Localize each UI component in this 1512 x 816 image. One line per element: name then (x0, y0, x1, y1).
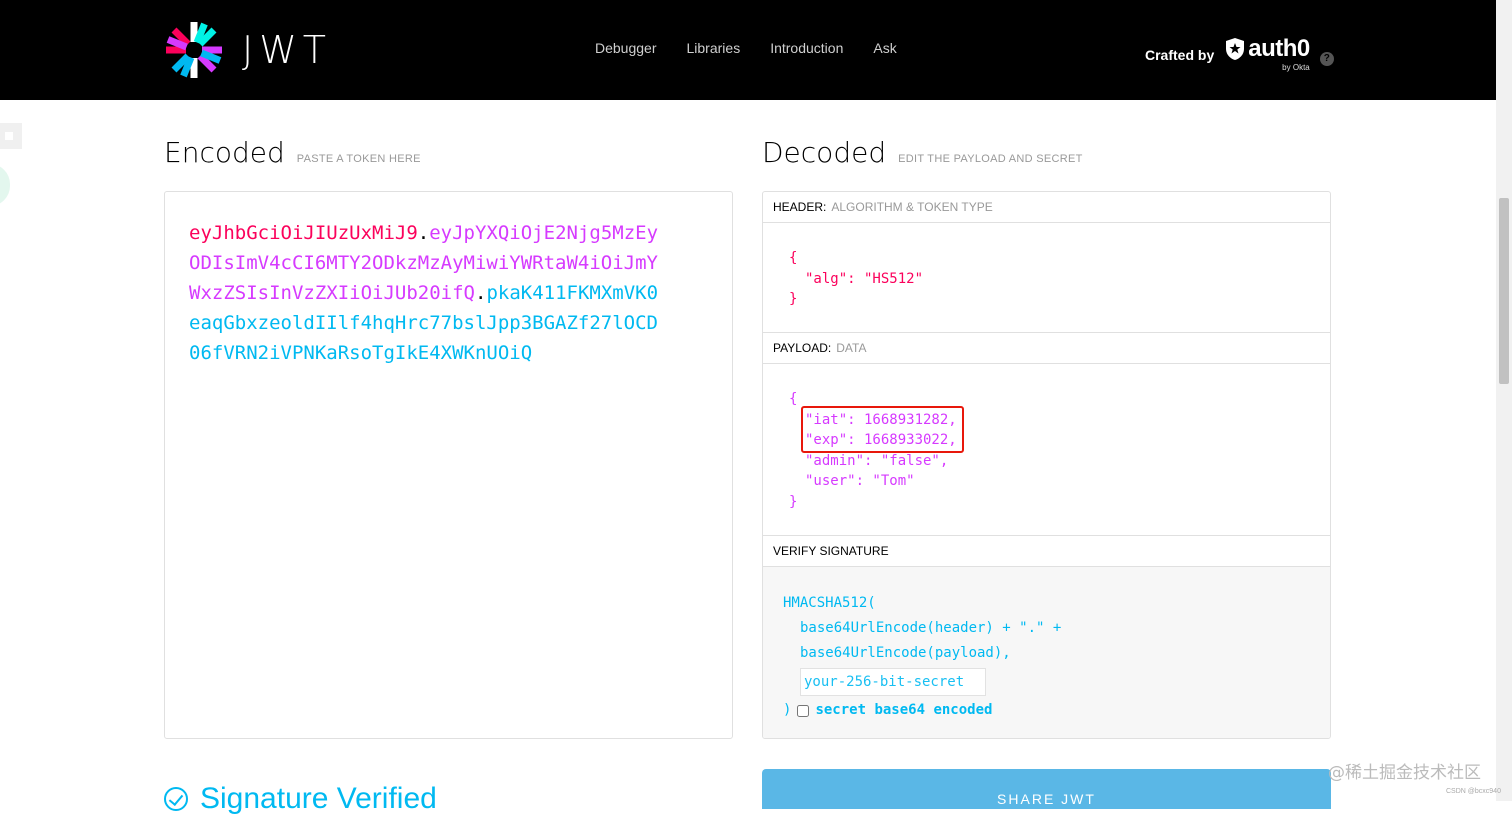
header-pane-sub: ALGORITHM & TOKEN TYPE (831, 200, 993, 214)
side-widget[interactable] (0, 123, 22, 149)
payload-pane-sub: DATA (836, 341, 867, 355)
header-pane-title: HEADER: ALGORITHM & TOKEN TYPE (763, 192, 1330, 223)
nav-ask[interactable]: Ask (873, 40, 896, 56)
auth0-logo[interactable]: auth0 by Okta (1224, 37, 1310, 72)
decoded-subtitle: EDIT THE PAYLOAD AND SECRET (898, 153, 1083, 165)
nav-introduction[interactable]: Introduction (770, 40, 843, 56)
side-bubble[interactable] (0, 164, 10, 206)
secret-input[interactable] (800, 668, 986, 696)
scrollbar-thumb[interactable] (1499, 198, 1509, 384)
json-line-alg: "alg": "HS512" (805, 270, 924, 287)
encoded-token[interactable]: eyJhbGciOiJIUzUxMiJ9.eyJpYXQiOjE2Njg5MzE… (189, 218, 659, 368)
base64-row: ) secret base64 encoded (783, 698, 1330, 723)
base64-checkbox[interactable] (797, 704, 810, 717)
auth0-by-okta: by Okta (1282, 63, 1310, 72)
token-dot: . (417, 222, 430, 244)
hmac-arg-payload: base64UrlEncode(payload), (800, 645, 1011, 661)
json-close-brace: } (789, 291, 798, 307)
jwt-logo[interactable]: JWT (164, 20, 332, 80)
verify-pane-label: VERIFY SIGNATURE (773, 544, 889, 558)
auth0-brand: auth0 (1248, 35, 1310, 62)
red-highlight-box (801, 406, 964, 453)
decoded-panel: HEADER: ALGORITHM & TOKEN TYPE { "alg": … (762, 191, 1331, 739)
jwt-logo-icon (166, 22, 222, 78)
signature-verified: Signature Verified (164, 782, 437, 816)
json-close-brace: } (789, 493, 798, 510)
watermark-small: CSDN @bcxc940 (1446, 788, 1501, 795)
json-line-admin: "admin": "false", (805, 452, 949, 469)
hmac-arg-header: base64UrlEncode(header) + "." + (800, 620, 1062, 636)
hmac-function: HMACSHA512( (783, 595, 876, 611)
help-icon[interactable]: ? (1319, 51, 1334, 66)
main-nav: Debugger Libraries Introduction Ask (595, 40, 897, 56)
crafted-by-label: Crafted by (1145, 46, 1215, 63)
payload-pane-title: PAYLOAD: DATA (763, 333, 1330, 364)
encoded-token-editor[interactable]: eyJhbGciOiJIUzUxMiJ9.eyJpYXQiOjE2Njg5MzE… (164, 191, 733, 739)
encoded-title: Encoded (164, 136, 285, 169)
top-navbar: JWT Debugger Libraries Introduction Ask … (0, 0, 1496, 100)
encoded-heading: Encoded PASTE A TOKEN HERE (164, 136, 421, 169)
token-dot: . (474, 282, 487, 304)
base64-label[interactable]: secret base64 encoded (815, 698, 992, 723)
logo-text: JWT (242, 28, 332, 72)
encoded-subtitle: PASTE A TOKEN HERE (296, 153, 421, 165)
payload-pane-label: PAYLOAD: (773, 341, 832, 355)
share-jwt-button[interactable]: SHARE JWT (762, 769, 1331, 809)
watermark: @稀土掘金技术社区 (1328, 763, 1481, 783)
crafted-by: Crafted by auth0 by Okta ? (1145, 37, 1334, 72)
header-json-editor[interactable]: { "alg": "HS512" } (763, 223, 1330, 333)
nav-libraries[interactable]: Libraries (687, 40, 741, 56)
nav-debugger[interactable]: Debugger (595, 40, 657, 56)
json-line-user: "user": "Tom" (805, 473, 915, 489)
token-header-part: eyJhbGciOiJIUzUxMiJ9 (189, 222, 418, 244)
auth0-shield-icon (1226, 38, 1245, 60)
payload-json-editor[interactable]: { "iat": 1668931282, "exp": 1668933022, … (763, 364, 1330, 536)
page-scrollbar[interactable] (1496, 0, 1512, 801)
header-pane-label: HEADER: (773, 200, 827, 214)
verify-signature-body: HMACSHA512( base64UrlEncode(header) + ".… (763, 567, 1330, 738)
check-circle-icon (164, 787, 188, 811)
decoded-title: Decoded (762, 136, 887, 169)
hmac-close-paren: ) (783, 702, 792, 718)
decoded-heading: Decoded EDIT THE PAYLOAD AND SECRET (762, 136, 1083, 169)
verify-pane-title: VERIFY SIGNATURE (763, 536, 1330, 567)
json-open-brace: { (789, 250, 798, 266)
signature-verified-label: Signature Verified (200, 782, 437, 815)
